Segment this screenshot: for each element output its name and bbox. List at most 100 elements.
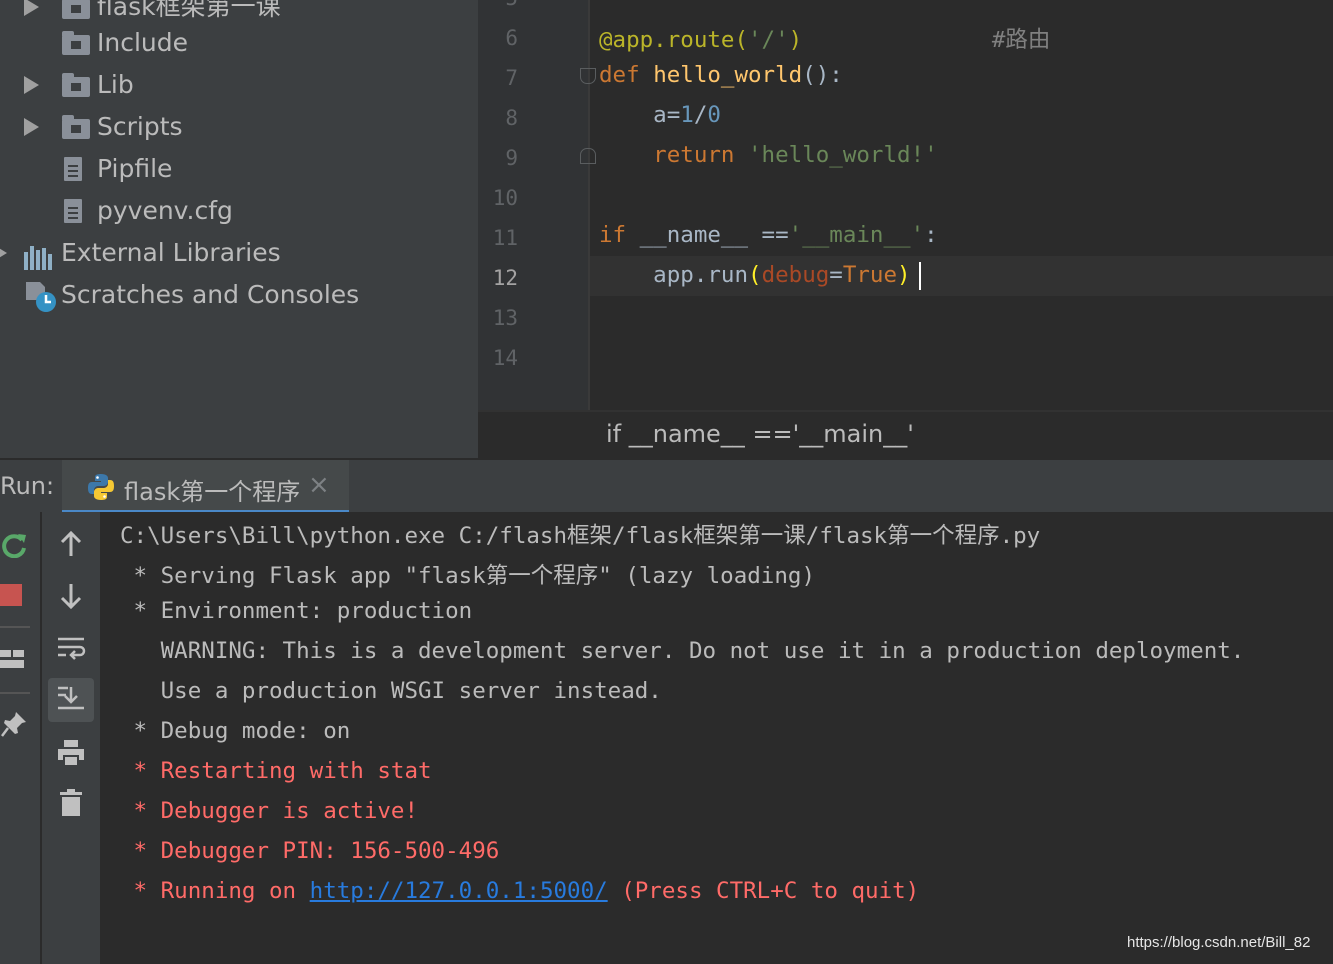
line-number: 10 [492, 186, 518, 210]
code-token: app.run [599, 262, 749, 288]
up-arrow-icon[interactable] [58, 530, 84, 558]
code-token: 0 [707, 102, 721, 128]
python-icon [88, 474, 114, 500]
console-line: * Debugger PIN: 156-500-496 [120, 838, 500, 864]
tree-item-label: Scratches and Consoles [61, 280, 360, 309]
rerun-icon[interactable] [0, 530, 28, 558]
stop-icon[interactable] [0, 584, 22, 606]
server-url-link[interactable]: http://127.0.0.1:5000/ [310, 878, 608, 904]
trash-icon[interactable] [58, 788, 84, 818]
toolbar-separator [0, 692, 30, 694]
layout-icon[interactable] [0, 650, 24, 670]
code-line[interactable]: return 'hello_world!' [599, 142, 938, 168]
line-number: 6 [505, 26, 518, 50]
code-token: : [924, 222, 938, 248]
code-token: return [599, 142, 749, 168]
gutter-divider [588, 0, 590, 410]
line-number: 12 [492, 266, 518, 290]
console-line: * Running on http://127.0.0.1:5000/ (Pre… [120, 878, 920, 904]
code-token: ) [897, 262, 911, 288]
tree-item-scripts[interactable]: Scripts [0, 106, 478, 148]
file-icon [64, 157, 82, 181]
run-toolwindow-header: Run: flask第一个程序 × [0, 458, 1333, 514]
close-icon[interactable]: × [308, 470, 330, 500]
soft-wrap-icon[interactable] [56, 634, 86, 664]
console-line: * Serving Flask app "flask第一个程序" (lazy l… [120, 558, 815, 590]
tree-item-label: pyvenv.cfg [97, 196, 233, 225]
code-token: / [693, 102, 708, 128]
pin-icon[interactable] [0, 710, 28, 738]
expand-arrow-icon[interactable] [0, 244, 7, 262]
code-token: ( [748, 262, 762, 288]
tree-item-label: Lib [97, 70, 134, 99]
run-toolbar-primary [0, 512, 40, 964]
scratch-icon [24, 280, 58, 327]
folder-icon [62, 115, 90, 139]
tree-item-pyvenv-cfg[interactable]: pyvenv.cfg [0, 190, 478, 232]
code-token: True [842, 262, 898, 288]
console-text: * Debug mode: on [120, 718, 351, 744]
tree-item-label: Pipfile [97, 154, 173, 183]
folder-icon [62, 31, 90, 55]
down-arrow-icon[interactable] [58, 582, 84, 610]
tree-item-scratches-and-consoles[interactable]: Scratches and Consoles [0, 274, 478, 316]
line-number: 11 [492, 226, 518, 250]
console-text: * Debugger PIN: 156-500-496 [120, 838, 500, 864]
line-number: 8 [505, 106, 518, 130]
code-token: 1 [680, 102, 694, 128]
tree-item-label: Scripts [97, 112, 183, 141]
line-number: 7 [505, 66, 518, 90]
tree-item-lib[interactable]: Lib [0, 64, 478, 106]
console-line: C:\Users\Bill\python.exe C:/flash框架/flas… [120, 518, 1040, 550]
line-number: 13 [492, 306, 518, 330]
console-line: * Environment: production [120, 598, 473, 624]
expand-arrow-icon[interactable] [24, 118, 39, 136]
code-line[interactable]: app.run(debug=True) [599, 262, 911, 288]
code-token: debug [761, 262, 830, 288]
tree-item-label: External Libraries [61, 238, 281, 267]
run-tab[interactable]: flask第一个程序 × [62, 460, 349, 514]
scroll-to-end-button[interactable] [48, 678, 94, 722]
console-text: C:\Users\Bill\python.exe C:/flash框架/flas… [120, 523, 1041, 549]
tree-item-include[interactable]: Include [0, 22, 478, 64]
text-caret [919, 262, 921, 290]
tree-item-external-libraries[interactable]: External Libraries [0, 232, 478, 274]
line-number: 9 [505, 146, 518, 170]
file-icon [64, 199, 82, 223]
console-text: * Debugger is active! [120, 798, 419, 824]
console-text: * Serving Flask app "flask第一个程序" (lazy l… [120, 563, 815, 589]
console-line: WARNING: This is a development server. D… [120, 638, 1245, 664]
console-line: * Restarting with stat [120, 758, 432, 784]
console-text: * Environment: production [120, 598, 473, 624]
tree-item-label: Include [97, 28, 189, 57]
code-token: a= [599, 102, 681, 128]
code-token: __name__ == [639, 222, 789, 248]
console-text: WARNING: This is a development server. D… [120, 638, 1245, 664]
code-token: 'hello_world!' [748, 142, 938, 168]
breadcrumb-bar: if __name__ =='__main__' [478, 410, 1333, 460]
fold-start-icon[interactable] [580, 68, 596, 84]
run-tab-label: flask第一个程序 [124, 478, 301, 506]
code-token: '__main__' [788, 222, 925, 248]
expand-arrow-icon[interactable] [24, 76, 39, 94]
console-line: Use a production WSGI server instead. [120, 678, 662, 704]
expand-arrow-icon[interactable] [24, 0, 39, 16]
code-line[interactable]: @app.route('/') #路由 [599, 22, 1050, 54]
code-token: #路由 [802, 27, 1051, 53]
fold-end-icon[interactable] [580, 148, 596, 164]
scroll-to-end-icon [58, 686, 84, 710]
run-toolbar-secondary [40, 512, 102, 964]
tree-item-pipfile[interactable]: Pipfile [0, 148, 478, 190]
code-line[interactable]: if __name__ =='__main__': [599, 222, 938, 248]
watermark: https://blog.csdn.net/Bill_82 [1127, 934, 1311, 951]
code-token: def [599, 62, 654, 88]
breadcrumb[interactable]: if __name__ =='__main__' [606, 420, 914, 448]
code-token: @app.route( [599, 27, 749, 53]
code-line[interactable]: def hello_world(): [599, 62, 843, 88]
print-icon[interactable] [56, 738, 86, 768]
run-label: Run: [0, 472, 55, 500]
code-line[interactable]: a=1/0 [599, 102, 721, 128]
code-token: = [829, 262, 843, 288]
folder-icon [62, 0, 90, 19]
code-token: '/' [748, 27, 789, 53]
